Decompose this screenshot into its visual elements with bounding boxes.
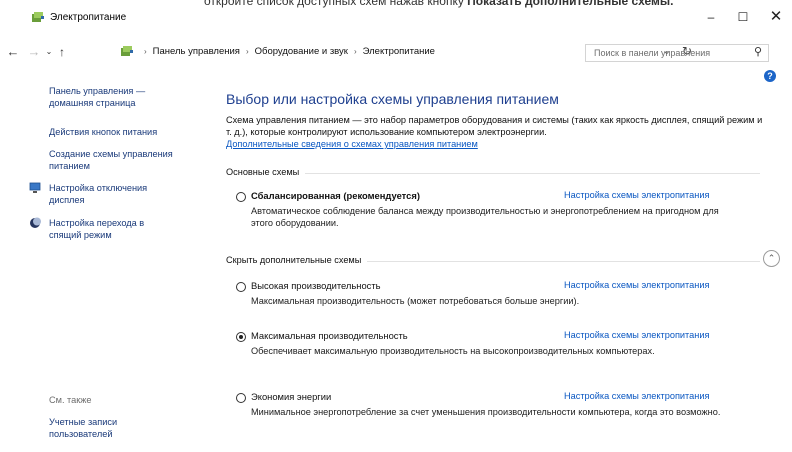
plan-name[interactable]: Максимальная производительность xyxy=(251,330,408,341)
sidebar-item-power-buttons[interactable]: Действия кнопок питания xyxy=(49,126,157,138)
collapse-chevron-icon[interactable]: ⌃ xyxy=(763,250,780,267)
up-arrow-icon[interactable]: ↑ xyxy=(54,44,70,60)
plan-radio-selected[interactable] xyxy=(236,332,246,342)
see-also-user-accounts[interactable]: Учетные записи пользователей xyxy=(49,416,117,440)
plan-description: Обеспечивает максимальную производительн… xyxy=(251,346,655,356)
plan-description: Автоматическое соблюдение баланса между … xyxy=(251,206,719,228)
sidebar-item-control-panel-home[interactable]: Панель управления — домашняя страница xyxy=(49,85,145,109)
address-field[interactable]: › Панель управления › Оборудование и звук › Э… xyxy=(120,44,692,60)
primary-plans-label: Основные схемы xyxy=(226,167,306,177)
plan-name[interactable]: Высокая производительность xyxy=(251,280,381,291)
search-placeholder: Поиск в панели управления xyxy=(594,48,711,58)
back-arrow-icon[interactable]: ← xyxy=(5,44,21,60)
sidebar-item-create-plan[interactable]: Создание схемы управления питанием xyxy=(49,148,173,172)
breadcrumb: › Панель управления › Оборудование и звук › Э… xyxy=(138,46,435,57)
divider xyxy=(226,173,760,174)
primary-plans-header: Основные схемы xyxy=(226,167,760,179)
breadcrumb-separator: › xyxy=(245,47,249,56)
breadcrumb-separator: › xyxy=(353,47,357,56)
title-bar: Электропитание – ☐ ✕ xyxy=(0,0,792,30)
window-title: Электропитание xyxy=(50,12,127,23)
plan-settings-link[interactable]: Настройка схемы электропитания xyxy=(564,391,709,401)
learn-more-link[interactable]: Дополнительные сведения о схемах управле… xyxy=(226,139,478,149)
power-options-icon xyxy=(32,12,44,22)
close-button[interactable]: ✕ xyxy=(764,8,788,26)
maximize-button[interactable]: ☐ xyxy=(731,8,755,26)
plan-radio[interactable] xyxy=(236,393,246,403)
page-title: Выбор или настройка схемы управления пит… xyxy=(226,91,559,107)
monitor-icon xyxy=(29,182,41,193)
plan-description: Минимальное энергопотребление за счет ум… xyxy=(251,407,721,417)
breadcrumb-item-control-panel[interactable]: Панель управления xyxy=(153,46,240,57)
sidebar-item-sleep[interactable]: Настройка перехода в спящий режим xyxy=(49,217,144,241)
breadcrumb-item-hardware[interactable]: Оборудование и звук xyxy=(255,46,348,57)
breadcrumb-separator: › xyxy=(144,47,147,56)
moon-icon xyxy=(30,217,41,228)
plan-description: Максимальная производительность (может п… xyxy=(251,296,580,306)
plan-name[interactable]: Сбалансированная (рекомендуется) xyxy=(251,190,420,201)
plan-settings-link[interactable]: Настройка схемы электропитания xyxy=(564,330,709,340)
search-input[interactable]: Поиск в панели управления xyxy=(585,44,769,62)
intro-text: Схема управления питанием — это набор па… xyxy=(226,115,763,137)
plan-settings-link[interactable]: Настройка схемы электропитания xyxy=(564,280,709,290)
see-also-heading: См. также xyxy=(49,395,92,405)
hidden-plans-label: Скрыть дополнительные схемы xyxy=(226,255,368,265)
hidden-plans-header: Скрыть дополнительные схемы ⌃ xyxy=(226,250,780,267)
minimize-button[interactable]: – xyxy=(699,8,723,26)
help-icon[interactable]: ? xyxy=(764,70,776,82)
search-icon[interactable]: ⚲ xyxy=(754,45,762,58)
plan-settings-link[interactable]: Настройка схемы электропитания xyxy=(564,190,709,200)
plan-radio[interactable] xyxy=(236,282,246,292)
plan-radio[interactable] xyxy=(236,192,246,202)
forward-arrow-icon[interactable]: → xyxy=(26,44,42,60)
plan-name[interactable]: Экономия энергии xyxy=(251,391,331,402)
breadcrumb-item-power[interactable]: Электропитание xyxy=(363,46,435,57)
control-panel-icon xyxy=(121,46,133,56)
sidebar-item-display-off[interactable]: Настройка отключения дисплея xyxy=(49,182,147,206)
